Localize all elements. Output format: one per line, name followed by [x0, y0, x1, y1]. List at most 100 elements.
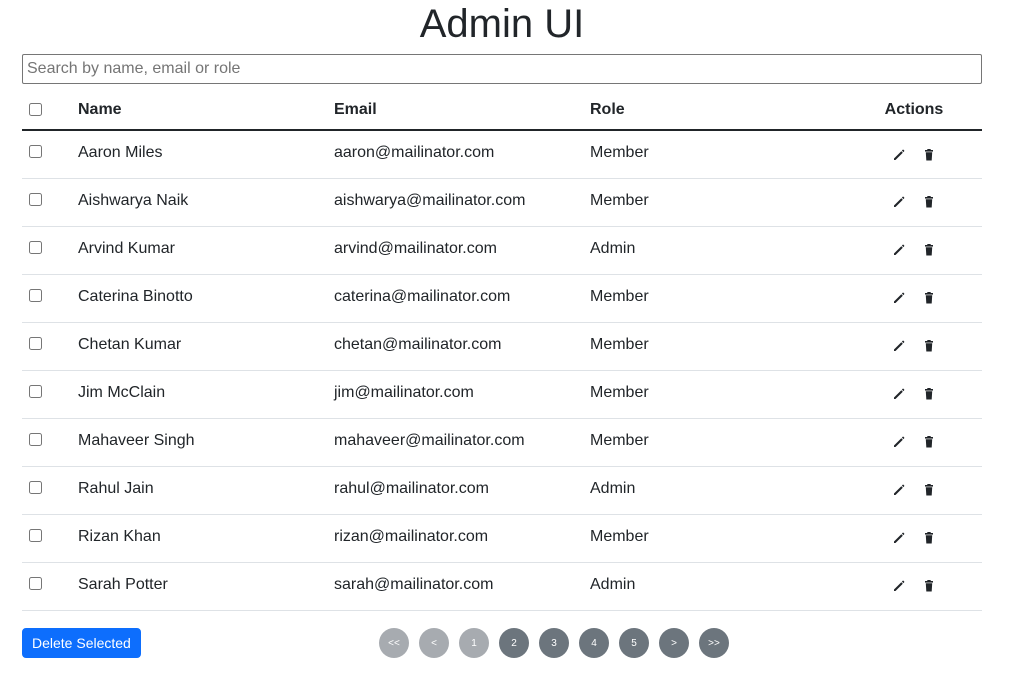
- page-title: Admin UI: [419, 2, 585, 46]
- row-select-checkbox[interactable]: [29, 528, 42, 542]
- cell-role: Member: [590, 383, 649, 401]
- cell-actions: [846, 466, 982, 514]
- cell-email: sarah@mailinator.com: [334, 575, 494, 593]
- row-select-checkbox[interactable]: [29, 432, 42, 446]
- trash-icon[interactable]: [921, 434, 937, 450]
- table-header-row: Name Email Role Actions: [22, 90, 982, 130]
- row-select-cell: [22, 274, 78, 322]
- pencil-icon[interactable]: [891, 242, 907, 258]
- cell-actions: [846, 322, 982, 370]
- table-row: Arvind Kumar arvind@mailinator.com Admin: [22, 226, 982, 274]
- row-select-checkbox[interactable]: [29, 384, 42, 398]
- cell-role: Member: [590, 287, 649, 305]
- table-row: Jim McClain jim@mailinator.com Member: [22, 370, 982, 418]
- cell-role: Member: [590, 431, 649, 449]
- page-button-1[interactable]: 1: [459, 628, 489, 658]
- prev-page-button[interactable]: <: [419, 628, 449, 658]
- cell-role: Member: [590, 527, 649, 545]
- table-row: Rahul Jain rahul@mailinator.com Admin: [22, 466, 982, 514]
- row-select-cell: [22, 178, 78, 226]
- pencil-icon[interactable]: [891, 530, 907, 546]
- users-table-container: Name Email Role Actions Aaron Miles aaron…: [22, 90, 982, 611]
- cell-email: aishwarya@mailinator.com: [334, 191, 526, 209]
- cell-name: Arvind Kumar: [78, 239, 175, 257]
- cell-email: arvind@mailinator.com: [334, 239, 497, 257]
- header-actions: Actions: [884, 100, 944, 118]
- trash-icon[interactable]: [921, 242, 937, 258]
- row-select-cell: [22, 130, 78, 178]
- pencil-icon[interactable]: [891, 578, 907, 594]
- cell-name: Rahul Jain: [78, 479, 154, 497]
- trash-icon[interactable]: [921, 194, 937, 210]
- pencil-icon[interactable]: [891, 386, 907, 402]
- cell-role: Admin: [590, 575, 636, 593]
- cell-actions: [846, 226, 982, 274]
- row-select-checkbox[interactable]: [29, 288, 42, 302]
- pencil-icon[interactable]: [891, 338, 907, 354]
- trash-icon[interactable]: [921, 386, 937, 402]
- header-select-cell: [22, 90, 78, 130]
- cell-email: aaron@mailinator.com: [334, 144, 495, 161]
- table-row: Aishwarya Naik aishwarya@mailinator.com Me…: [22, 178, 982, 226]
- header-role: Role: [590, 100, 625, 118]
- cell-actions: [846, 130, 982, 178]
- cell-email: chetan@mailinator.com: [334, 335, 502, 353]
- trash-icon[interactable]: [921, 290, 937, 306]
- select-all-checkbox[interactable]: [29, 102, 42, 116]
- table-row: Caterina Binotto caterina@mailinator.com M…: [22, 274, 982, 322]
- row-select-cell: [22, 466, 78, 514]
- row-select-checkbox[interactable]: [29, 480, 42, 494]
- pagination: << < 1 2 3 4 5 > >>: [379, 628, 729, 658]
- next-page-button[interactable]: >: [659, 628, 689, 658]
- trash-icon[interactable]: [921, 147, 937, 163]
- pencil-icon[interactable]: [891, 194, 907, 210]
- cell-email: rahul@mailinator.com: [334, 479, 489, 497]
- row-select-checkbox[interactable]: [29, 576, 42, 590]
- pencil-icon[interactable]: [891, 482, 907, 498]
- cell-actions: [846, 562, 982, 610]
- first-page-button[interactable]: <<: [379, 628, 409, 658]
- users-table: Name Email Role Actions Aaron Miles aaron…: [22, 90, 982, 611]
- cell-actions: [846, 178, 982, 226]
- trash-icon[interactable]: [921, 338, 937, 354]
- cell-role: Member: [590, 335, 649, 353]
- trash-icon[interactable]: [921, 482, 937, 498]
- pencil-icon[interactable]: [891, 434, 907, 450]
- table-row: Chetan Kumar chetan@mailinator.com Member: [22, 322, 982, 370]
- row-select-cell: [22, 562, 78, 610]
- cell-role: Member: [590, 144, 649, 161]
- row-select-cell: [22, 370, 78, 418]
- cell-email: caterina@mailinator.com: [334, 287, 511, 305]
- row-select-checkbox[interactable]: [29, 336, 42, 350]
- cell-name: Jim McClain: [78, 383, 166, 401]
- table-row: Aaron Miles aaron@mailinator.com Member: [22, 130, 982, 178]
- cell-actions: [846, 370, 982, 418]
- page-button-4[interactable]: 4: [579, 628, 609, 658]
- pencil-icon[interactable]: [891, 290, 907, 306]
- cell-role: Member: [590, 191, 649, 209]
- cell-name: Caterina Binotto: [78, 287, 193, 305]
- delete-selected-button[interactable]: Delete Selected: [22, 628, 141, 658]
- cell-name: Rizan Khan: [78, 527, 161, 545]
- trash-icon[interactable]: [921, 530, 937, 546]
- cell-name: Sarah Potter: [78, 575, 168, 593]
- row-select-checkbox[interactable]: [29, 145, 42, 159]
- table-row: Rizan Khan rizan@mailinator.com Member: [22, 514, 982, 562]
- trash-icon[interactable]: [921, 578, 937, 594]
- page-button-5[interactable]: 5: [619, 628, 649, 658]
- row-select-checkbox[interactable]: [29, 240, 42, 254]
- cell-email: rizan@mailinator.com: [334, 527, 489, 545]
- cell-name: Mahaveer Singh: [78, 431, 195, 449]
- table-body: Aaron Miles aaron@mailinator.com Member Ais…: [22, 130, 982, 610]
- row-select-checkbox[interactable]: [29, 192, 42, 206]
- row-select-cell: [22, 226, 78, 274]
- cell-role: Admin: [590, 239, 636, 257]
- page-button-2[interactable]: 2: [499, 628, 529, 658]
- pencil-icon[interactable]: [891, 147, 907, 163]
- search-input[interactable]: [22, 54, 982, 84]
- cell-email: mahaveer@mailinator.com: [334, 431, 525, 449]
- cell-role: Admin: [590, 479, 636, 497]
- page-button-3[interactable]: 3: [539, 628, 569, 658]
- row-select-cell: [22, 514, 78, 562]
- last-page-button[interactable]: >>: [699, 628, 729, 658]
